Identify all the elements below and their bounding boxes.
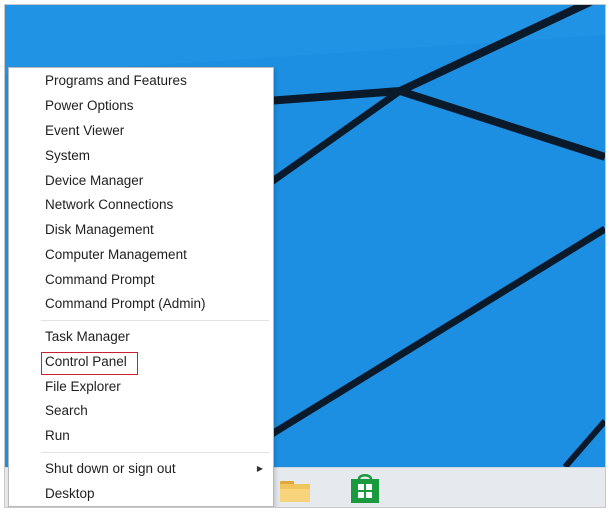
windows-store-icon [351, 474, 379, 503]
taskbar-store-button[interactable] [345, 472, 385, 506]
menu-item-command-prompt[interactable]: Command Prompt [9, 269, 273, 291]
menu-item-label: Programs and Features [45, 73, 187, 88]
menu-item-label: Command Prompt [45, 272, 155, 287]
menu-item-label: System [45, 148, 91, 163]
menu-item-label: Shut down or sign out [45, 461, 176, 476]
menu-item-label: Event Viewer [45, 123, 125, 138]
menu-item-label: Disk Management [45, 222, 154, 237]
control-panel-highlight-box [41, 352, 138, 375]
menu-item-search[interactable]: Search [9, 400, 273, 422]
chevron-right-icon: ▶ [256, 464, 263, 473]
taskbar-file-explorer-button[interactable] [275, 472, 315, 506]
menu-item-power-options[interactable]: Power Options [9, 95, 273, 117]
menu-item-disk-management[interactable]: Disk Management [9, 219, 273, 241]
menu-item-system[interactable]: System [9, 145, 273, 167]
menu-item-run[interactable]: Run [9, 425, 273, 447]
menu-item-label: Computer Management [45, 247, 187, 262]
screenshot-frame: Programs and Features Power Options Even… [4, 4, 606, 508]
menu-item-label: Device Manager [45, 173, 144, 188]
menu-separator [41, 452, 269, 453]
power-user-menu: Programs and Features Power Options Even… [8, 67, 274, 507]
menu-item-label: Desktop [45, 486, 95, 501]
menu-item-label: Network Connections [45, 197, 174, 212]
menu-item-command-prompt-admin[interactable]: Command Prompt (Admin) [9, 293, 273, 315]
menu-separator [41, 320, 269, 321]
menu-item-label: Search [45, 403, 88, 418]
menu-item-label: Run [45, 428, 70, 443]
menu-item-device-manager[interactable]: Device Manager [9, 170, 273, 192]
menu-item-programs-and-features[interactable]: Programs and Features [9, 70, 273, 92]
menu-item-task-manager[interactable]: Task Manager [9, 326, 273, 348]
menu-item-network-connections[interactable]: Network Connections [9, 194, 273, 216]
file-explorer-icon [280, 481, 310, 502]
menu-item-desktop[interactable]: Desktop [9, 483, 273, 505]
menu-item-computer-management[interactable]: Computer Management [9, 244, 273, 266]
menu-item-label: File Explorer [45, 379, 121, 394]
menu-item-label: Power Options [45, 98, 134, 113]
menu-item-event-viewer[interactable]: Event Viewer [9, 120, 273, 142]
menu-item-label: Command Prompt (Admin) [45, 296, 206, 311]
menu-item-file-explorer[interactable]: File Explorer [9, 376, 273, 398]
menu-item-shut-down-or-sign-out[interactable]: Shut down or sign out ▶ [9, 458, 273, 480]
menu-item-label: Task Manager [45, 329, 130, 344]
